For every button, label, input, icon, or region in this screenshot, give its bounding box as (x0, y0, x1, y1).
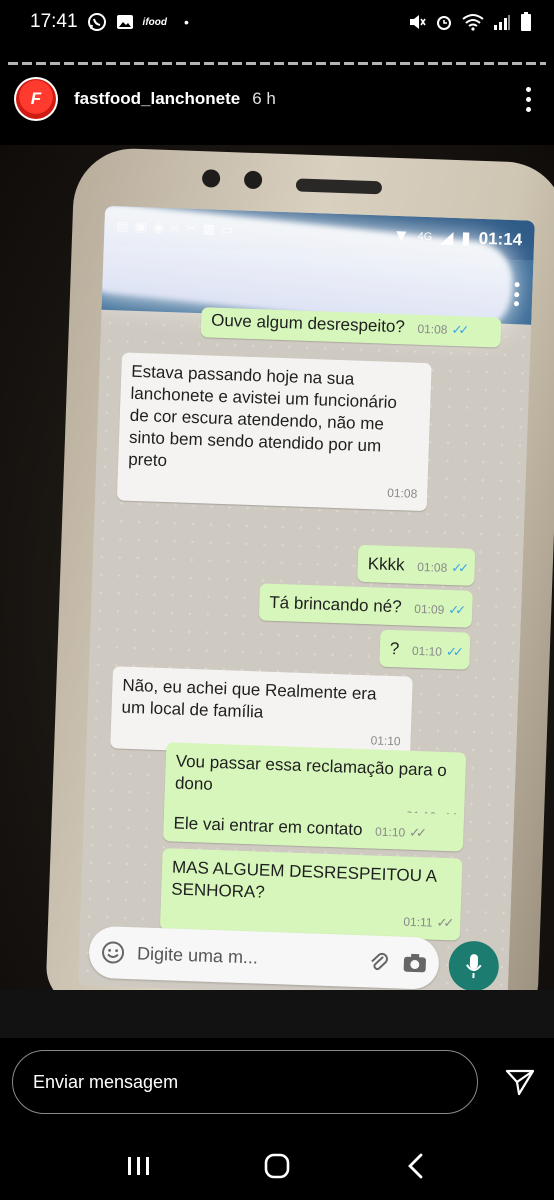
message-bubble: Kkkk 01:08 ✓✓ (357, 544, 476, 586)
status-time: 17:41 (30, 11, 78, 32)
message-text: Ele vai entrar em contato (173, 813, 363, 840)
chat-input-bar: Digite uma m... (88, 925, 440, 990)
chat-input-placeholder: Digite uma m... (136, 942, 259, 968)
ifood-icon: ifood (142, 16, 167, 28)
story-username[interactable]: fastfood_lanchonete (74, 89, 240, 109)
mute-icon (408, 13, 426, 31)
message-text: MAS ALGUEM DESRESPEITOU A SENHORA? (170, 857, 437, 902)
message-bubble: Estava passando hoje na sua lanchonete e… (116, 352, 432, 512)
more-options-icon[interactable] (516, 84, 540, 114)
story-time-ago: 6 h (252, 89, 276, 108)
double-check-icon: ✓✓ (451, 321, 466, 338)
double-check-icon: ✓✓ (451, 560, 466, 576)
story-progress-bar (8, 62, 546, 65)
double-check-icon: ✓✓ (445, 643, 461, 660)
status-left: 17:41 ifood • (30, 11, 189, 33)
alarm-icon (435, 13, 453, 31)
message-bubble: Tá brincando né? 01:09 ✓✓ (258, 583, 473, 628)
message-time: 01:08 (417, 559, 448, 575)
home-icon[interactable] (252, 1141, 302, 1191)
camera-dot (201, 169, 221, 188)
story-bottom-strip (0, 990, 554, 1038)
send-icon[interactable] (500, 1062, 540, 1102)
whatsapp-icon (87, 12, 107, 32)
photographed-phone: ▤▣◉∞✂▩▭ ▼ 4G ◢ ▮ 01:14 Ouve algum desres… (45, 146, 554, 990)
status-bar: 17:41 ifood • (0, 0, 554, 44)
message-time: 01:10 (374, 824, 406, 840)
back-icon[interactable] (390, 1141, 440, 1191)
send-message-placeholder: Enviar mensagem (33, 1071, 179, 1092)
story-header: F fastfood_lanchonete 6 h (14, 76, 540, 122)
battery-icon (520, 12, 532, 32)
message-text: Ouve algum desrespeito? (210, 310, 406, 337)
status-dot: • (183, 14, 189, 30)
message-text: Não, eu achei que Realmente era um local… (121, 675, 377, 722)
signal-icon (493, 13, 511, 31)
attach-icon (369, 950, 390, 973)
send-message-input[interactable]: Enviar mensagem (12, 1050, 478, 1114)
message-time: 01:09 (414, 601, 445, 617)
story-photo[interactable]: ▤▣◉∞✂▩▭ ▼ 4G ◢ ▮ 01:14 Ouve algum desres… (0, 145, 554, 990)
double-check-icon: ✓✓ (408, 824, 424, 841)
chat-menu-icon (513, 282, 521, 307)
message-bubble: ? 01:10 ✓✓ (379, 629, 471, 670)
message-text: Vou passar essa reclamação para o dono (174, 751, 448, 794)
message-time: 01:08 (417, 321, 448, 337)
recent-apps-icon[interactable] (114, 1141, 164, 1191)
brand-logo: F (16, 79, 56, 119)
status-right (408, 12, 532, 32)
wifi-icon (462, 13, 484, 31)
double-check-icon: ✓✓ (436, 914, 451, 931)
message-text: ? (389, 638, 400, 659)
microphone-icon (447, 940, 500, 990)
message-bubble: MAS ALGUEM DESRESPEITOU A SENHORA? 01:11… (159, 848, 463, 941)
camera-dot (243, 170, 263, 190)
double-check-icon: ✓✓ (448, 601, 463, 618)
message-time: 01:10 (411, 643, 443, 659)
message-text: Tá brincando né? (269, 592, 402, 617)
phone-screen: ▤▣◉∞✂▩▭ ▼ 4G ◢ ▮ 01:14 Ouve algum desres… (77, 205, 535, 990)
message-time: 01:08 (386, 485, 418, 501)
phone-speaker (295, 178, 383, 195)
avatar[interactable]: F (14, 77, 58, 121)
camera-icon (403, 953, 428, 974)
message-text: Kkkk (367, 554, 405, 575)
emoji-icon (101, 940, 126, 965)
message-text: Estava passando hoje na sua lanchonete e… (127, 361, 398, 471)
system-navigation-bar (0, 1132, 554, 1200)
gallery-icon (116, 13, 134, 31)
